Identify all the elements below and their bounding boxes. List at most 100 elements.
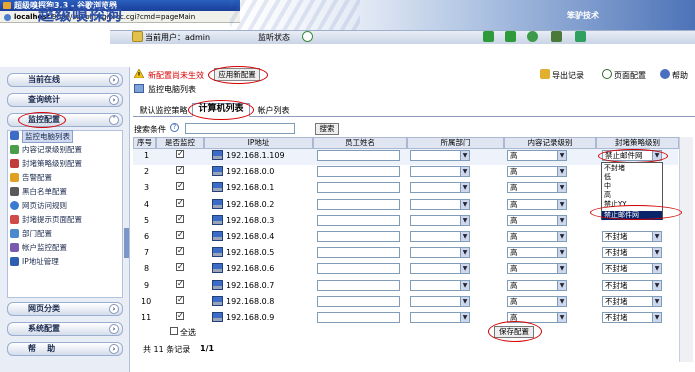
col-header-record-level[interactable]: 内容记录级别 [504,137,596,149]
department-select[interactable]: ▼ [410,312,470,323]
dropdown-option[interactable]: 高 [604,191,611,199]
tab-default-policy[interactable]: 默认监控策略 [135,105,192,117]
sidebar-section-web-category[interactable]: 网页分类 › [7,302,123,316]
monitor-checkbox[interactable]: ✓ [176,166,184,174]
select-value: 不封堵 [605,264,628,273]
department-select[interactable]: ▼ [410,247,470,258]
dropdown-option[interactable]: 低 [604,173,611,181]
col-header-monitored[interactable]: 是否监控 [156,137,204,149]
department-select[interactable]: ▼ [410,263,470,274]
monitor-checkbox[interactable]: ✓ [176,231,184,239]
chevron-down-icon: ▼ [460,200,469,209]
sidebar-splitter[interactable] [124,228,129,258]
sidebar-item-account[interactable]: 帐户监控配置 [22,242,67,253]
employee-name-input[interactable] [317,150,400,161]
unapplied-warning: 新配置尚未生效 [148,71,204,80]
sidebar-section-help[interactable]: 帮 助 › [7,342,123,356]
help-icon[interactable]: ? [170,123,179,132]
block-level-select[interactable]: 不封堵 ▼ [602,296,662,307]
employee-name-input[interactable] [317,296,400,307]
employee-name-input[interactable] [317,263,400,274]
employee-name-input[interactable] [317,199,400,210]
record-level-select[interactable]: 高 ▼ [507,280,567,291]
department-select[interactable]: ▼ [410,166,470,177]
export-records-link[interactable]: 导出记录 [552,70,584,81]
record-level-select[interactable]: 高 ▼ [507,263,567,274]
record-level-select[interactable]: 高 ▼ [507,215,567,226]
monitor-checkbox[interactable]: ✓ [176,312,184,320]
employee-name-input[interactable] [317,280,400,291]
department-select[interactable]: ▼ [410,199,470,210]
chevron-right-icon: › [109,95,119,105]
monitor-checkbox[interactable]: ✓ [176,182,184,190]
sidebar-section-system[interactable]: 系统配置 › [7,322,123,336]
block-level-select[interactable]: 不封堵 ▼ [602,280,662,291]
sidebar-item-record-level[interactable]: 内容记录级别配置 [22,144,82,155]
record-level-select[interactable]: 高 ▼ [507,296,567,307]
department-select[interactable]: ▼ [410,280,470,291]
record-level-select[interactable]: 高 ▼ [507,231,567,242]
employee-name-input[interactable] [317,166,400,177]
search-button[interactable]: 搜索 [315,123,339,135]
highlight-oval [188,100,254,120]
col-header-block-level[interactable]: 封堵策略级别 [596,137,679,149]
tab-account-list[interactable]: 帐户列表 [250,105,297,117]
col-header-dept[interactable]: 所属部门 [407,137,504,149]
chevron-down-icon: ▼ [652,264,661,273]
print-icon[interactable] [551,31,562,42]
sidebar-item-alert[interactable]: 告警配置 [22,172,52,183]
employee-name-input[interactable] [317,231,400,242]
record-level-select[interactable]: 高 ▼ [507,166,567,177]
sidebar-section-online[interactable]: 当前在线 › [7,73,123,87]
monitor-checkbox[interactable]: ✓ [176,150,184,158]
monitor-checkbox[interactable]: ✓ [176,215,184,223]
monitor-checkbox[interactable]: ✓ [176,247,184,255]
refresh-icon[interactable] [527,31,538,42]
department-select[interactable]: ▼ [410,215,470,226]
vertical-scrollbar[interactable] [679,137,693,362]
home-icon[interactable] [575,31,586,42]
sidebar-item-block-page[interactable]: 封堵提示页面配置 [22,214,82,225]
employee-name-input[interactable] [317,247,400,258]
record-level-select[interactable]: 高 ▼ [507,199,567,210]
block-level-select[interactable]: 不封堵 ▼ [602,231,662,242]
dropdown-option[interactable]: 不封堵 [604,164,625,172]
employee-name-input[interactable] [317,215,400,226]
col-header-ip[interactable]: IP地址 [204,137,313,149]
sidebar-item-block-level[interactable]: 封堵策略级别配置 [22,158,82,169]
sidebar-item-dept[interactable]: 部门配置 [22,228,52,239]
row-number: 6 [144,232,150,241]
department-select[interactable]: ▼ [410,296,470,307]
sidebar-item-ip[interactable]: IP地址管理 [22,256,59,267]
department-select[interactable]: ▼ [410,182,470,193]
back-icon[interactable] [483,31,494,42]
search-input[interactable] [185,123,295,134]
block-level-select[interactable]: 不封堵 ▼ [602,263,662,274]
computer-icon [10,131,19,140]
help-link[interactable]: 帮助 [672,70,688,81]
record-level-select[interactable]: 高 ▼ [507,247,567,258]
block-level-select[interactable]: 不封堵 ▼ [602,247,662,258]
monitor-checkbox[interactable]: ✓ [176,199,184,207]
employee-name-input[interactable] [317,312,400,323]
sidebar-item-monitor-pc-list[interactable]: 监控电脑列表 [22,130,73,143]
record-level-select[interactable]: 高 ▼ [507,182,567,193]
sidebar-item-blackwhite[interactable]: 黑白名单配置 [22,186,67,197]
sidebar-section-stats[interactable]: 查询统计 › [7,93,123,107]
monitor-checkbox[interactable]: ✓ [176,296,184,304]
monitor-checkbox[interactable]: ✓ [176,280,184,288]
department-select[interactable]: ▼ [410,150,470,161]
chevron-down-icon: ▼ [460,248,469,257]
page-config-link[interactable]: 页面配置 [614,70,646,81]
record-level-select[interactable]: 高 ▼ [507,150,567,161]
select-value: 高 [510,167,518,176]
sidebar-item-web-rules[interactable]: 网页访问规则 [22,200,67,211]
col-header-name[interactable]: 员工姓名 [313,137,407,149]
block-level-select[interactable]: 不封堵 ▼ [602,312,662,323]
monitor-checkbox[interactable]: ✓ [176,263,184,271]
employee-name-input[interactable] [317,182,400,193]
department-select[interactable]: ▼ [410,231,470,242]
dropdown-option[interactable]: 中 [604,182,611,190]
select-all-checkbox[interactable] [170,327,178,335]
forward-icon[interactable] [505,31,516,42]
